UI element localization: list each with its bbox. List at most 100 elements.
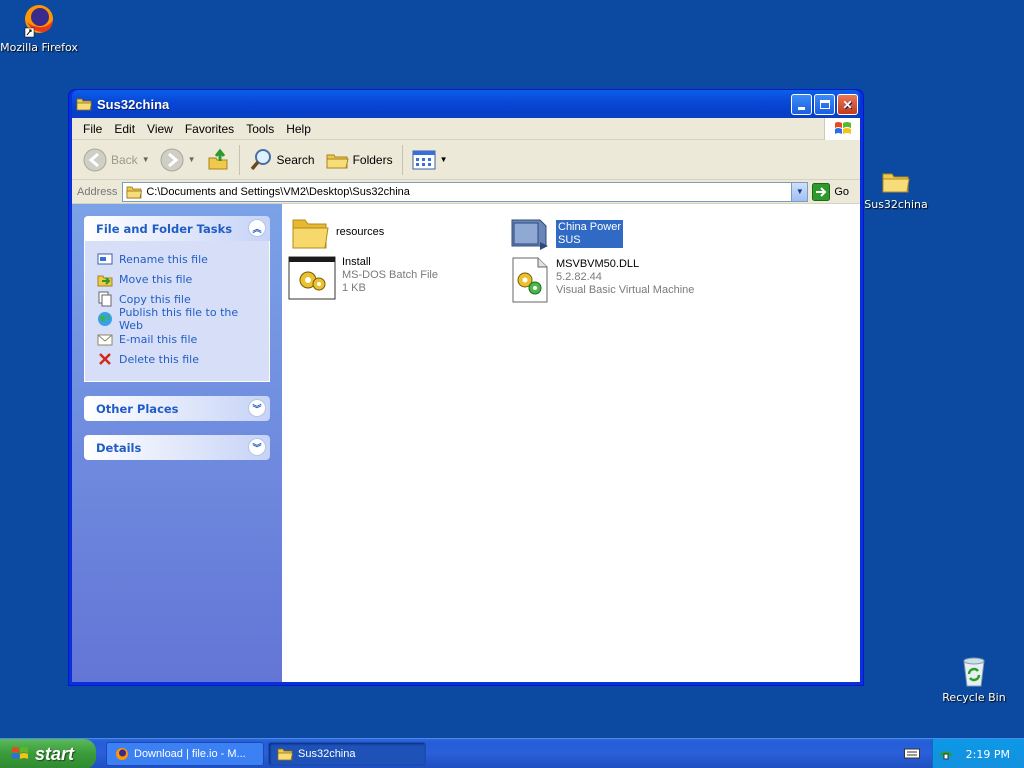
task-label: Publish this file to the Web	[119, 306, 239, 332]
start-label: start	[35, 743, 75, 764]
explorer-window: Sus32china ✕ File Edit View Favorites To…	[68, 89, 864, 686]
maximize-button[interactable]	[814, 94, 835, 115]
task-delete[interactable]: Delete this file	[97, 349, 257, 369]
system-tray: 2:19 PM	[932, 739, 1024, 768]
task-label: Rename this file	[119, 252, 208, 266]
menu-view[interactable]: View	[141, 122, 179, 136]
email-icon	[97, 331, 113, 347]
address-bar: Address C:\Documents and Settings\VM2\De…	[72, 180, 860, 204]
task-label: Move this file	[119, 272, 193, 286]
window-client: File Edit View Favorites Tools Help Back…	[72, 118, 860, 682]
standard-toolbar: Back ▼ ▼ Search Folders ▼	[72, 140, 860, 180]
taskbar: start Download | file.io - M... Sus32chi…	[0, 738, 1024, 768]
file-name: Install	[342, 256, 371, 268]
maximize-icon	[819, 100, 830, 109]
panel-header[interactable]: Other Places ︾	[84, 396, 270, 421]
desktop-icon-sus32china[interactable]: Sus32china	[854, 169, 938, 211]
folders-button[interactable]: Folders	[320, 145, 398, 175]
task-publish[interactable]: Publish this file to the Web	[97, 306, 257, 332]
chevron-down-icon: ▼	[187, 155, 196, 164]
explorer-body: File and Folder Tasks ︽ Rename this file	[72, 204, 860, 682]
copy-icon	[97, 291, 113, 307]
views-button[interactable]: ▼	[407, 145, 453, 175]
file-type: MS-DOS Batch File	[342, 269, 438, 281]
selected-file-label: China Power SUS	[556, 220, 623, 248]
menu-favorites[interactable]: Favorites	[179, 122, 240, 136]
file-item-install[interactable]: Install MS-DOS Batch File 1 KB	[288, 256, 438, 300]
task-pane: File and Folder Tasks ︽ Rename this file	[72, 204, 282, 682]
delete-x-icon	[97, 351, 113, 367]
dll-icon	[512, 257, 548, 303]
panel-header[interactable]: Details ︾	[84, 435, 270, 460]
file-description: SUS	[558, 234, 581, 246]
folder-icon	[277, 748, 293, 761]
keyboard-icon[interactable]	[904, 747, 920, 762]
taskbar-button-firefox[interactable]: Download | file.io - M...	[106, 742, 264, 766]
menu-bar: File Edit View Favorites Tools Help	[72, 118, 860, 140]
file-size: 1 KB	[342, 282, 366, 294]
window-title: Sus32china	[97, 96, 170, 112]
task-label: Copy this file	[119, 292, 191, 306]
up-button[interactable]	[201, 145, 235, 175]
folder-icon	[882, 173, 910, 193]
back-button[interactable]: Back ▼	[78, 145, 155, 175]
taskbar-button-sus32china[interactable]: Sus32china	[268, 742, 426, 766]
collapse-chevron-icon[interactable]: ︽	[248, 219, 266, 237]
menu-tools[interactable]: Tools	[240, 122, 280, 136]
file-item-msvbvm50[interactable]: MSVBVM50.DLL 5.2.82.44 Visual Basic Virt…	[510, 256, 694, 304]
folder-icon	[76, 98, 92, 111]
task-email[interactable]: E-mail this file	[97, 329, 257, 349]
clock[interactable]: 2:19 PM	[966, 748, 1010, 761]
chevron-down-icon: ▼	[439, 155, 448, 164]
recycle-bin-icon	[963, 657, 985, 687]
panel-title: Other Places	[96, 401, 179, 416]
desktop-icon-label: Mozilla Firefox	[0, 41, 78, 54]
go-button[interactable]: Go	[812, 182, 849, 201]
file-folder-tasks-panel: File and Folder Tasks ︽ Rename this file	[84, 216, 270, 382]
go-arrow-icon	[812, 182, 831, 201]
desktop-icon-firefox[interactable]: Mozilla Firefox	[0, 2, 81, 54]
forward-button[interactable]: ▼	[155, 145, 201, 175]
network-icon[interactable]	[938, 746, 954, 763]
views-icon	[412, 150, 436, 169]
address-dropdown-button[interactable]: ▼	[791, 182, 808, 201]
panel-title: Details	[96, 440, 142, 455]
batch-file-icon	[288, 256, 336, 300]
globe-icon	[97, 311, 113, 327]
desktop-icon-recycle-bin[interactable]: Recycle Bin	[932, 656, 1016, 704]
menu-edit[interactable]: Edit	[108, 122, 141, 136]
back-label: Back	[111, 152, 138, 167]
taskbar-button-label: Download | file.io - M...	[134, 748, 246, 760]
move-icon	[97, 271, 113, 287]
start-button[interactable]: start	[0, 739, 96, 768]
toolbar-separator	[238, 144, 240, 175]
desktop-icon-label: Sus32china	[864, 198, 928, 211]
task-label: Delete this file	[119, 352, 199, 366]
chevron-down-icon: ▼	[795, 187, 804, 196]
close-icon: ✕	[842, 97, 853, 112]
windows-logo-icon	[12, 747, 28, 759]
folders-label: Folders	[352, 152, 393, 167]
task-rename[interactable]: Rename this file	[97, 249, 257, 269]
windows-logo-icon	[824, 118, 860, 140]
expand-chevron-icon[interactable]: ︾	[248, 399, 266, 417]
file-item-china-power[interactable]: China Power SUS	[510, 214, 623, 252]
expand-chevron-icon[interactable]: ︾	[248, 438, 266, 456]
search-icon	[250, 148, 271, 170]
file-name: MSVBVM50.DLL	[556, 258, 640, 270]
address-input[interactable]: C:\Documents and Settings\VM2\Desktop\Su…	[122, 181, 809, 202]
minimize-icon	[798, 107, 805, 110]
minimize-button[interactable]	[791, 94, 812, 115]
folder-icon	[127, 186, 143, 198]
menu-file[interactable]: File	[77, 122, 108, 136]
close-button[interactable]: ✕	[837, 94, 858, 115]
menu-help[interactable]: Help	[280, 122, 317, 136]
title-bar[interactable]: Sus32china ✕	[72, 90, 860, 118]
taskbar-button-label: Sus32china	[298, 748, 356, 760]
file-item-resources[interactable]: resources	[290, 214, 384, 252]
task-move[interactable]: Move this file	[97, 269, 257, 289]
panel-header[interactable]: File and Folder Tasks ︽	[84, 216, 270, 241]
forward-arrow-icon	[160, 148, 184, 171]
chevron-down-icon: ▼	[141, 155, 150, 164]
search-button[interactable]: Search	[244, 145, 320, 175]
